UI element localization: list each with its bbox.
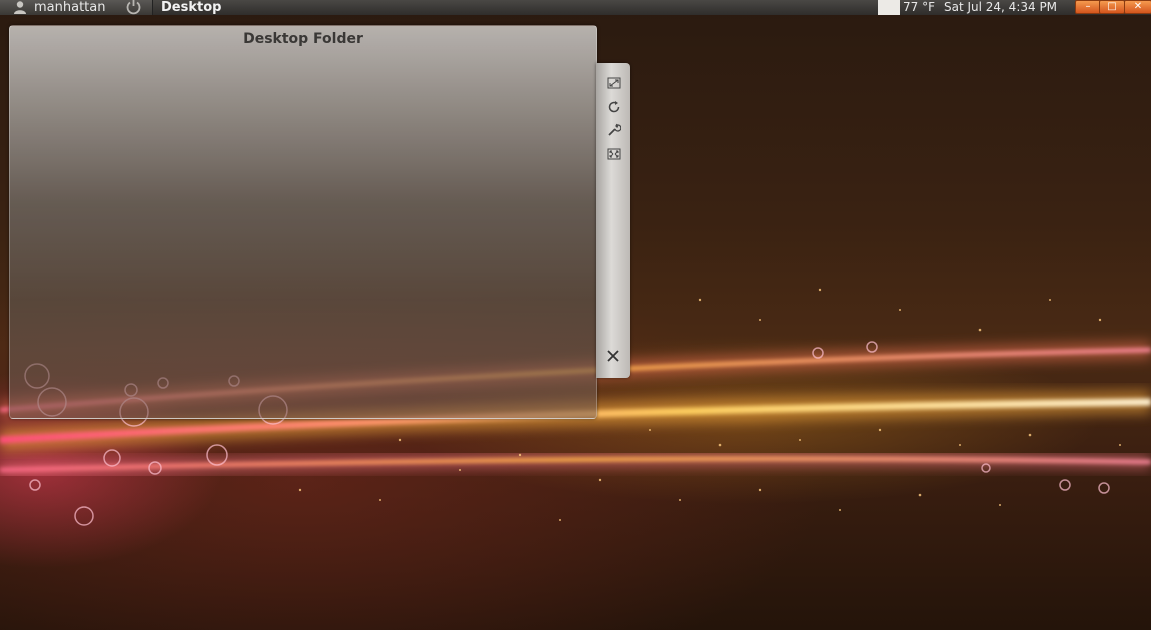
- active-window-title: Desktop: [161, 0, 222, 15]
- remove-widget-close-icon[interactable]: [606, 349, 620, 363]
- user-name: manhattan: [34, 0, 106, 15]
- resize-icon[interactable]: [607, 76, 621, 90]
- clock[interactable]: Sat Jul 24, 4:34 PM: [944, 0, 1057, 15]
- weather-icon[interactable]: [878, 0, 900, 15]
- expand-icon[interactable]: [607, 147, 621, 161]
- user-icon: [14, 1, 26, 14]
- close-button[interactable]: ✕: [1124, 0, 1151, 14]
- power-icon[interactable]: [125, 0, 142, 15]
- configure-icon[interactable]: [607, 123, 621, 137]
- maximize-button[interactable]: □: [1099, 0, 1125, 14]
- top-panel: manhattan Desktop 77 °F Sat Jul 24, 4:34…: [0, 0, 1151, 15]
- folder-view-title: Desktop Folder: [243, 31, 363, 47]
- minimize-button[interactable]: –: [1075, 0, 1101, 14]
- rotate-icon[interactable]: [607, 100, 621, 114]
- weather-temperature[interactable]: 77 °F: [903, 0, 935, 15]
- user-switcher[interactable]: manhattan: [0, 0, 153, 15]
- desktop-folder-view[interactable]: Desktop Folder: [9, 25, 597, 419]
- applet-handle[interactable]: [596, 63, 630, 378]
